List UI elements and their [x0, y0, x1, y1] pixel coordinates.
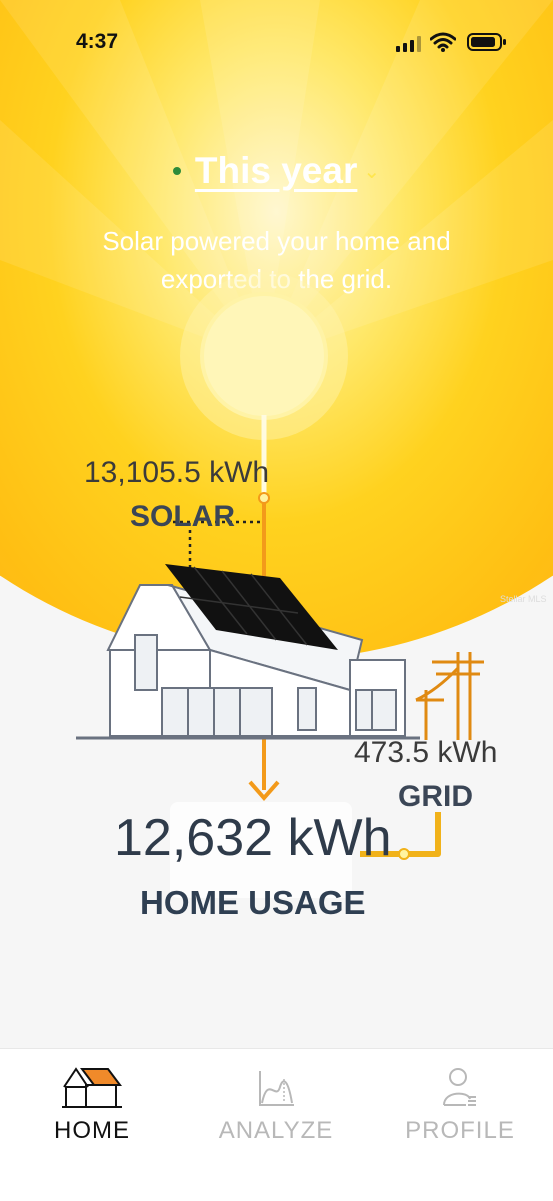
bottom-tab-bar: HOME ANALYZE PROFILE: [0, 1048, 553, 1201]
home-usage-value: 12,632 kWh: [114, 809, 392, 867]
home-usage-label: HOME USAGE: [140, 884, 366, 921]
tab-analyze-label: ANALYZE: [218, 1117, 334, 1144]
watermark-text: Stellar MLS: [500, 594, 547, 604]
tab-profile-label: PROFILE: [405, 1117, 515, 1144]
tab-home-label: HOME: [54, 1117, 130, 1144]
grid-export-value: 473.5 kWh: [354, 736, 498, 769]
house-icon: [62, 1067, 122, 1108]
utility-pole-illustration: [415, 652, 484, 740]
tab-home[interactable]: HOME: [0, 1049, 184, 1201]
dashboard-screen: 4:37 This year ⌄ Solar powered your home …: [0, 0, 553, 1048]
solar-label: SOLAR: [130, 500, 235, 533]
solar-production-value: 13,105.5 kWh: [84, 456, 270, 489]
grid-label: GRID: [398, 780, 473, 813]
chart-icon: [259, 1071, 294, 1106]
tab-profile[interactable]: PROFILE: [368, 1049, 552, 1201]
tab-analyze[interactable]: ANALYZE: [184, 1049, 368, 1201]
profile-icon: [443, 1068, 476, 1106]
